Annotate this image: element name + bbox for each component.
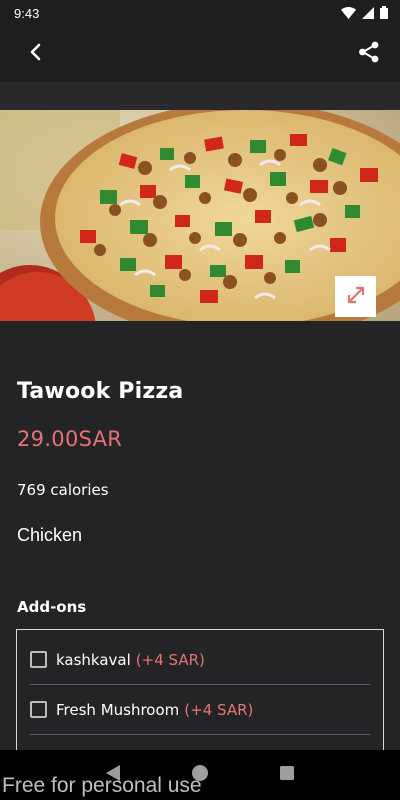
watermark: Free for personal use	[2, 774, 202, 797]
addon-label: kashkaval	[56, 650, 131, 669]
nav-recents-button[interactable]	[277, 765, 297, 785]
addon-price: (+4 SAR)	[135, 650, 205, 669]
item-category: Chicken	[17, 525, 83, 545]
app-bar	[0, 26, 400, 82]
item-image	[0, 110, 400, 321]
item-calories: 769 calories	[17, 481, 109, 499]
expand-image-button[interactable]	[335, 276, 376, 317]
status-time: 9:43	[14, 5, 40, 21]
recents-square-icon	[279, 765, 295, 785]
signal-icon	[362, 4, 374, 23]
addon-checkbox[interactable]	[30, 701, 47, 718]
back-button[interactable]	[22, 41, 48, 67]
addons-list: kashkaval (+4 SAR) Fresh Mushroom (+4 SA…	[16, 629, 384, 759]
header-spacer	[0, 82, 400, 110]
expand-icon	[346, 285, 366, 309]
back-arrow-icon	[28, 43, 42, 65]
addon-item[interactable]: kashkaval (+4 SAR)	[30, 635, 370, 685]
addon-checkbox[interactable]	[30, 651, 47, 668]
share-button[interactable]	[356, 41, 382, 67]
battery-icon	[380, 4, 388, 23]
item-price: 29.00SAR	[17, 427, 123, 451]
addon-price: (+4 SAR)	[184, 700, 254, 719]
item-name: Tawook Pizza	[17, 379, 184, 404]
wifi-icon	[341, 4, 356, 23]
status-bar: 9:43	[0, 0, 400, 26]
addon-label: Fresh Mushroom	[56, 700, 180, 719]
addon-item[interactable]: Fresh Mushroom (+4 SAR)	[30, 685, 370, 735]
addons-heading: Add-ons	[17, 598, 87, 616]
status-icons	[341, 4, 388, 23]
share-icon	[358, 41, 380, 67]
